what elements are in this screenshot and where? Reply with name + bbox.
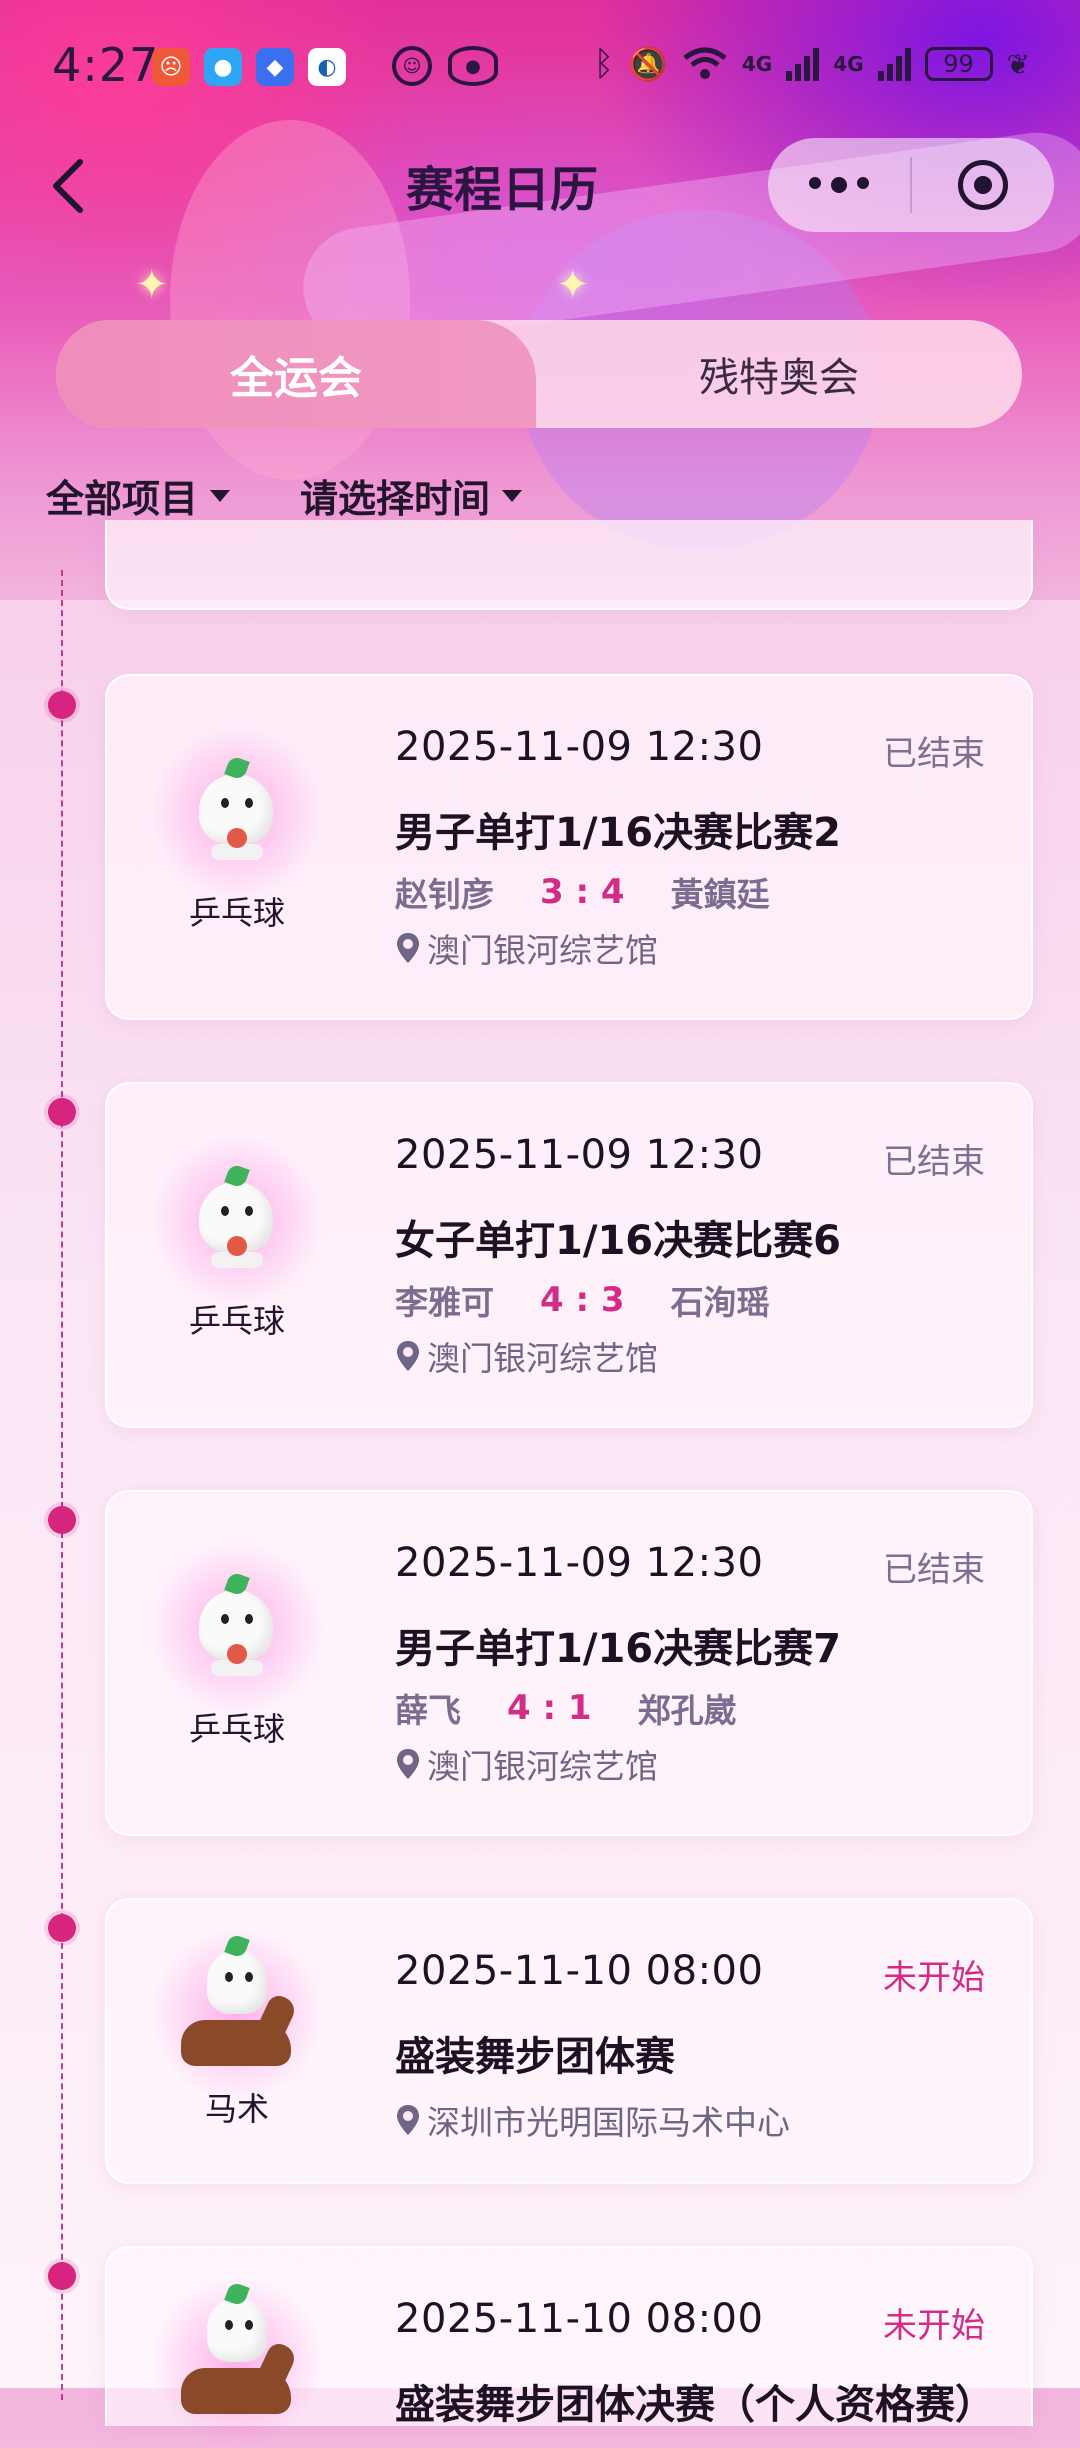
match-card[interactable]: 2025-11-10 08:00 未开始 盛装舞步团体决赛（个人资格赛） xyxy=(105,2246,1033,2448)
match-score: 3 : 4 xyxy=(540,872,625,912)
match-datetime: 2025-11-10 08:00 xyxy=(395,1948,764,1994)
close-mini-program-button[interactable] xyxy=(912,138,1054,232)
venue-name: 澳门银河综艺馆 xyxy=(427,1747,658,1786)
location-pin-icon xyxy=(397,2105,419,2135)
more-menu-button[interactable] xyxy=(768,138,910,232)
match-card[interactable]: 乒乓球 2025-11-09 12:30 已结束 男子单打1/16决赛比赛7 薛… xyxy=(105,1490,1033,1836)
message-notification-icon: ● xyxy=(204,48,242,86)
location-pin-icon xyxy=(397,933,419,963)
face-unlock-icon: ☺ xyxy=(392,46,432,86)
event-tabs: 残特奥会 全运会 xyxy=(56,320,1022,428)
table-tennis-mascot-icon xyxy=(147,728,327,898)
mini-program-capsule xyxy=(768,138,1054,232)
match-status: 已结束 xyxy=(883,734,985,774)
sparkle-icon: ✦ xyxy=(135,262,169,308)
match-status: 已结束 xyxy=(883,1550,985,1590)
connectivity-status: ᛒ 🔕 4G 4G 99 ❦ xyxy=(594,44,1030,84)
match-venue: 澳门银河综艺馆 xyxy=(395,924,658,972)
sport-label: 乒乓球 xyxy=(188,1302,285,1340)
timeline-line xyxy=(61,570,63,2400)
table-tennis-mascot-icon xyxy=(147,1544,327,1714)
sport-label: 乒乓球 xyxy=(188,1710,285,1748)
eye-comfort-icon: ● xyxy=(448,46,498,86)
match-card[interactable]: 马术 2025-11-10 08:00 未开始 盛装舞步团体赛 深圳市光明国际马… xyxy=(105,1898,1033,2184)
match-title: 男子单打1/16决赛比赛7 xyxy=(395,1626,841,1672)
venue-name: 澳门银河综艺馆 xyxy=(427,1339,658,1378)
system-indicator-icons: ☺ ● xyxy=(392,46,498,86)
match-score: 4 : 3 xyxy=(540,1280,625,1320)
more-dots-icon xyxy=(809,177,869,193)
match-venue: 深圳市光明国际马术中心 xyxy=(395,2096,790,2144)
match-datetime: 2025-11-09 12:30 xyxy=(395,1540,764,1586)
time-filter-dropdown[interactable]: 请选择时间 xyxy=(300,468,523,523)
venue-name: 深圳市光明国际马术中心 xyxy=(427,2103,790,2142)
battery-icon: 99 xyxy=(924,47,993,81)
match-score: 4 : 1 xyxy=(507,1688,592,1728)
sparkle-icon: ✦ xyxy=(556,262,590,308)
player-two: 黃鎮廷 xyxy=(670,875,770,914)
match-status: 未开始 xyxy=(883,2306,985,2346)
match-venue: 澳门银河综艺馆 xyxy=(395,1740,658,1788)
match-card[interactable]: 乒乓球 2025-11-09 12:30 已结束 男子单打1/16决赛比赛2 赵… xyxy=(105,674,1033,1020)
player-one: 薛飞 xyxy=(395,1691,461,1730)
charging-leaf-icon: ❦ xyxy=(1006,47,1030,81)
tab-national-games[interactable]: 全运会 xyxy=(56,320,536,428)
table-tennis-mascot-icon xyxy=(147,1136,327,1306)
caret-down-icon xyxy=(210,489,231,502)
match-players: 薛飞 4 : 1 郑孔崴 xyxy=(395,1684,737,1732)
timeline-dot xyxy=(48,1914,76,1942)
timeline-dot xyxy=(48,1506,76,1534)
player-one: 李雅可 xyxy=(395,1283,494,1322)
time-filter-label: 请选择时间 xyxy=(300,477,491,521)
caret-down-icon xyxy=(502,489,523,502)
match-title: 女子单打1/16决赛比赛6 xyxy=(395,1218,841,1264)
location-pin-icon xyxy=(397,1341,419,1371)
match-status: 未开始 xyxy=(883,1958,985,1998)
signal-strength-icon xyxy=(877,47,911,81)
timeline-dot xyxy=(48,2262,76,2290)
sport-label: 乒乓球 xyxy=(188,894,285,932)
status-bar: 4:27 ☹ ● ◆ ◐ ☺ ● ᛒ 🔕 4G 4G 99 ❦ xyxy=(0,0,1080,132)
equestrian-mascot-icon xyxy=(147,2278,327,2448)
notification-icons: ☹ ● ◆ ◐ xyxy=(152,48,346,86)
match-players: 赵钊彦 3 : 4 黃鎮廷 xyxy=(395,868,770,916)
venue-name: 澳门银河综艺馆 xyxy=(427,931,658,970)
battery-level: 99 xyxy=(943,50,974,78)
sport-filter-label: 全部项目 xyxy=(46,477,199,521)
match-title: 盛装舞步团体决赛（个人资格赛） xyxy=(395,2382,995,2428)
network-type-1: 4G xyxy=(741,52,773,76)
target-close-icon xyxy=(957,160,1008,210)
match-title: 男子单打1/16决赛比赛2 xyxy=(395,810,841,856)
signal-strength-icon xyxy=(786,47,820,81)
previous-match-card[interactable] xyxy=(105,520,1033,610)
status-time: 4:27 xyxy=(52,38,160,92)
bluetooth-icon: ᛒ xyxy=(593,44,614,84)
match-players: 李雅可 4 : 3 石洵瑶 xyxy=(395,1276,770,1324)
app-notification-icon: ◆ xyxy=(256,48,294,86)
network-type-2: 4G xyxy=(833,52,864,76)
player-two: 石洵瑶 xyxy=(670,1283,770,1322)
player-two: 郑孔崴 xyxy=(637,1691,737,1730)
timeline-dot xyxy=(48,691,76,719)
player-one: 赵钊彦 xyxy=(395,875,494,914)
match-status: 已结束 xyxy=(883,1142,985,1182)
mute-bell-icon: 🔕 xyxy=(628,45,668,83)
match-datetime: 2025-11-10 08:00 xyxy=(395,2296,764,2342)
match-title: 盛装舞步团体赛 xyxy=(395,2034,675,2080)
bank-notification-icon: ◐ xyxy=(308,48,346,86)
app-notification-icon: ☹ xyxy=(152,48,190,86)
wifi-icon xyxy=(683,47,727,79)
match-datetime: 2025-11-09 12:30 xyxy=(395,724,764,770)
sport-label: 马术 xyxy=(204,2090,269,2128)
timeline-dot xyxy=(48,1098,76,1126)
match-card[interactable]: 乒乓球 2025-11-09 12:30 已结束 女子单打1/16决赛比赛6 李… xyxy=(105,1082,1033,1428)
sport-filter-dropdown[interactable]: 全部项目 xyxy=(46,468,231,523)
location-pin-icon xyxy=(397,1749,419,1779)
tab-paralympic-games[interactable]: 残特奥会 xyxy=(536,320,1022,428)
match-venue: 澳门银河综艺馆 xyxy=(395,1332,658,1380)
match-datetime: 2025-11-09 12:30 xyxy=(395,1132,764,1178)
equestrian-mascot-icon xyxy=(147,1930,327,2100)
